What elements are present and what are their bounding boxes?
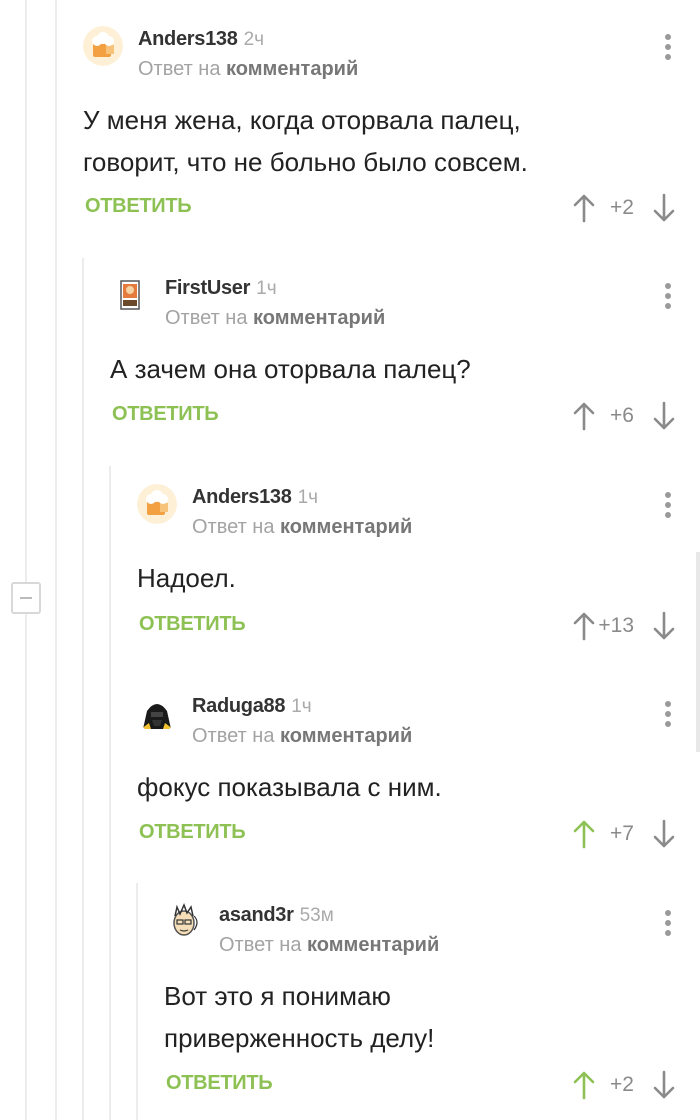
reply-to-line: Ответ на комментарий — [219, 934, 440, 956]
collapse-thread-button[interactable] — [11, 582, 41, 614]
author-name[interactable]: FirstUser 1ч — [165, 277, 277, 300]
raduga-avatar-icon — [137, 693, 177, 733]
rating-score: +13 — [598, 614, 634, 637]
comment-text: А зачем она оторвала палец? — [110, 354, 471, 384]
avatar[interactable] — [137, 693, 177, 733]
comment-time: 1ч — [297, 487, 319, 508]
comment-time: 1ч — [256, 278, 277, 299]
comment: Raduga88 1ч Ответ на комментарий фокус по… — [137, 693, 700, 853]
comment-footer: ОТВЕТИТЬ +2 — [164, 1070, 700, 1100]
rating-score: +2 — [610, 1073, 634, 1096]
thread-line — [109, 466, 111, 1120]
comment-text: Надоел. — [137, 563, 236, 593]
comment-footer: ОТВЕТИТЬ +7 — [137, 819, 700, 849]
reply-to-link[interactable]: комментарий — [280, 516, 412, 538]
reply-to-link[interactable]: комментарий — [280, 725, 412, 747]
asand3r-avatar-icon — [164, 902, 204, 942]
upvote-arrow-icon[interactable] — [572, 819, 596, 849]
comment: FirstUser 1ч Ответ на комментарий А зачем… — [110, 275, 700, 435]
reply-to-link[interactable]: комментарий — [226, 58, 358, 80]
reply-button[interactable]: ОТВЕТИТЬ — [112, 403, 219, 426]
comment: asand3r 53м Ответ на комментарий Вот это … — [164, 902, 700, 1107]
reply-to-line: Ответ на комментарий — [192, 516, 413, 538]
reply-button[interactable]: ОТВЕТИТЬ — [85, 195, 192, 218]
reply-button[interactable]: ОТВЕТИТЬ — [139, 821, 246, 844]
downvote-arrow-icon[interactable] — [652, 401, 676, 431]
thread-line — [25, 0, 27, 1120]
upvote-arrow-icon[interactable] — [572, 193, 596, 223]
downvote-arrow-icon[interactable] — [652, 1070, 676, 1100]
avatar[interactable] — [164, 902, 204, 942]
more-options-icon[interactable] — [665, 701, 671, 731]
thread-line — [55, 0, 57, 1120]
comment-time: 53м — [299, 905, 334, 926]
avatar[interactable] — [83, 26, 123, 66]
upvote-arrow-icon[interactable] — [572, 1070, 596, 1100]
reply-button[interactable]: ОТВЕТИТЬ — [139, 613, 246, 636]
reply-to-link[interactable]: комментарий — [307, 934, 439, 956]
comment-time: 2ч — [243, 29, 265, 50]
anders-avatar-icon — [83, 26, 123, 66]
downvote-arrow-icon[interactable] — [652, 819, 676, 849]
rating-score: +6 — [610, 404, 634, 427]
rating-score: +2 — [610, 196, 634, 219]
author-name[interactable]: Anders138 1ч — [192, 486, 318, 509]
downvote-arrow-icon[interactable] — [652, 611, 676, 641]
downvote-arrow-icon[interactable] — [652, 193, 676, 223]
reply-button[interactable]: ОТВЕТИТЬ — [166, 1072, 273, 1095]
comment-time: 1ч — [291, 696, 312, 717]
avatar[interactable] — [137, 484, 177, 524]
author-name[interactable]: Anders138 2ч — [138, 28, 264, 51]
more-options-icon[interactable] — [665, 283, 671, 313]
upvote-arrow-icon[interactable] — [572, 611, 596, 641]
reply-to-line: Ответ на комментарий — [138, 58, 359, 80]
comment-footer: ОТВЕТИТЬ +6 — [110, 401, 700, 431]
upvote-arrow-icon[interactable] — [572, 401, 596, 431]
reply-to-line: Ответ на комментарий — [192, 725, 413, 747]
comment-text: У меня жена, когда оторвала палец, говор… — [83, 105, 528, 177]
comment: Anders138 1ч Ответ на комментарий Надоел.… — [137, 484, 700, 644]
more-options-icon[interactable] — [665, 910, 671, 940]
anders-avatar-icon — [137, 484, 177, 524]
rating-score: +7 — [610, 822, 634, 845]
more-options-icon[interactable] — [665, 492, 671, 522]
thread-line — [82, 258, 84, 1120]
thread-line — [136, 883, 138, 1120]
comment-text: Вот это я понимаю приверженность делу! — [164, 981, 435, 1053]
comment-footer: ОТВЕТИТЬ +2 — [83, 193, 700, 223]
avatar[interactable] — [110, 275, 150, 315]
reply-to-link[interactable]: комментарий — [253, 307, 385, 329]
comment-text: фокус показывала с ним. — [137, 772, 442, 802]
comment-footer: ОТВЕТИТЬ +13 — [137, 611, 700, 641]
more-options-icon[interactable] — [665, 34, 671, 64]
author-name[interactable]: asand3r 53м — [219, 904, 334, 927]
reply-to-line: Ответ на комментарий — [165, 307, 386, 329]
firstuser-avatar-icon — [120, 280, 140, 310]
author-name[interactable]: Raduga88 1ч — [192, 695, 312, 718]
comment: Anders138 2ч Ответ на комментарий У меня … — [83, 26, 700, 226]
